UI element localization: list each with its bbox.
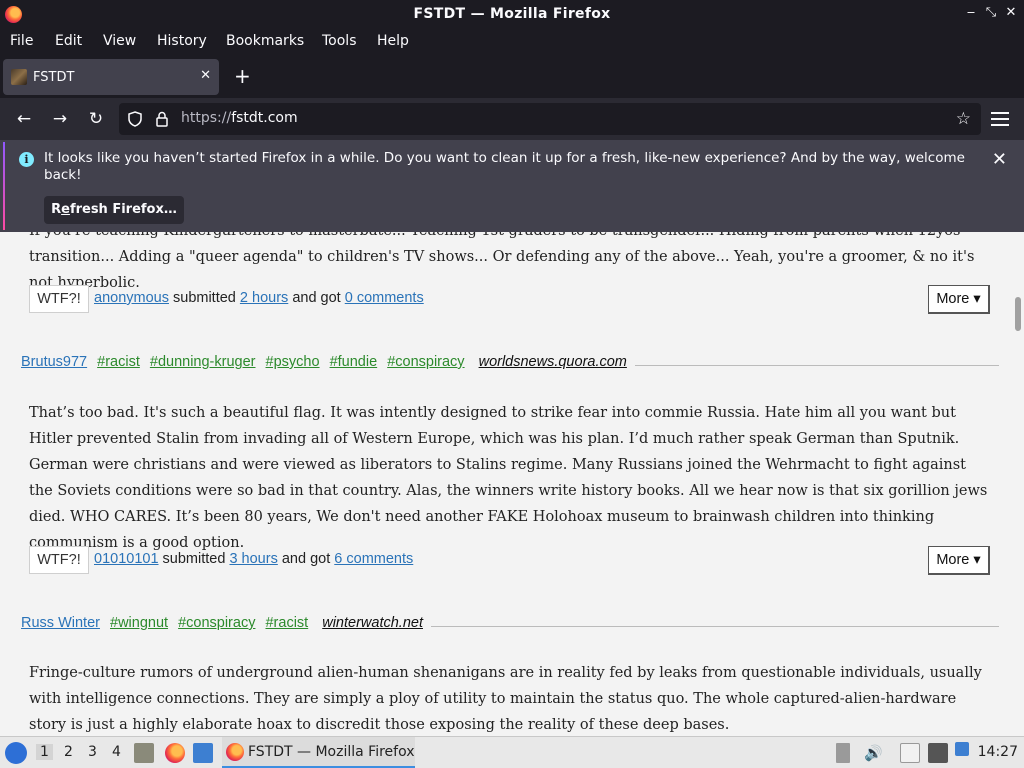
- time-link[interactable]: 2 hours: [240, 290, 288, 306]
- file-manager-icon[interactable]: [134, 743, 154, 763]
- author-link[interactable]: Russ Winter: [21, 615, 100, 631]
- close-tab-icon[interactable]: ✕: [200, 68, 211, 83]
- firefox-launcher-icon[interactable]: [165, 743, 185, 763]
- menu-view[interactable]: View: [103, 33, 136, 49]
- submission-info: 01010101 submitted 3 hours and got 6 com…: [94, 551, 413, 567]
- info-icon: i: [19, 152, 34, 167]
- network-icon[interactable]: [928, 743, 948, 763]
- taskbar-firefox-window[interactable]: FSTDT — Mozilla Firefox: [222, 737, 415, 768]
- header-labels: Russ Winter #wingnut #conspiracy #racist…: [21, 615, 431, 631]
- firefox-window-icon: [226, 743, 244, 761]
- url-text[interactable]: https://fstdt.com: [181, 110, 298, 126]
- submitter-link[interactable]: anonymous: [94, 290, 169, 306]
- notification-bar: i It looks like you haven’t started Fire…: [0, 140, 1024, 232]
- post-header: Russ Winter #wingnut #conspiracy #racist…: [21, 615, 999, 637]
- window-title: FSTDT — Mozilla Firefox: [413, 6, 611, 22]
- notes-icon[interactable]: [900, 743, 920, 763]
- clock: 14:27: [977, 744, 1018, 760]
- taskbar-window-label: FSTDT — Mozilla Firefox: [248, 744, 415, 760]
- restore-button[interactable]: ⤡: [983, 5, 999, 21]
- tag-link[interactable]: #fundie: [330, 354, 378, 370]
- menu-bookmarks[interactable]: Bookmarks: [226, 33, 304, 49]
- app-menu-icon[interactable]: [991, 108, 1009, 128]
- close-window-button[interactable]: ✕: [1003, 5, 1019, 21]
- workspace-4[interactable]: 4: [112, 744, 121, 760]
- start-menu-icon[interactable]: [5, 742, 27, 764]
- menu-bar: File Edit View History Bookmarks Tools H…: [0, 29, 1024, 56]
- tag-link[interactable]: #conspiracy: [387, 354, 464, 370]
- and-got-label: and got: [281, 551, 331, 567]
- tag-link[interactable]: #psycho: [266, 354, 320, 370]
- menu-tools[interactable]: Tools: [322, 33, 357, 49]
- taskbar: 1 2 3 4 FSTDT — Mozilla Firefox 🔊 14:27: [0, 736, 1024, 768]
- back-button[interactable]: ←: [13, 108, 35, 130]
- comments-link[interactable]: 0 comments: [345, 290, 424, 306]
- navigation-bar: ← → ↻ https://fstdt.com ☆: [0, 98, 1024, 140]
- menu-history[interactable]: History: [157, 33, 207, 49]
- post-header: Brutus977 #racist #dunning-kruger #psych…: [21, 354, 999, 376]
- refresh-label-prefix: R: [51, 202, 62, 217]
- comments-link[interactable]: 6 comments: [334, 551, 413, 567]
- and-got-label: and got: [292, 290, 341, 306]
- menu-help[interactable]: Help: [377, 33, 409, 49]
- refresh-firefox-button[interactable]: Refresh Firefox…: [44, 196, 184, 224]
- menu-edit[interactable]: Edit: [55, 33, 82, 49]
- header-labels: Brutus977 #racist #dunning-kruger #psych…: [21, 354, 635, 370]
- more-button[interactable]: More ▾: [928, 285, 990, 314]
- notification-message: It looks like you haven’t started Firefo…: [44, 150, 965, 183]
- title-bar: FSTDT — Mozilla Firefox ‒ ⤡ ✕: [0, 0, 1024, 29]
- tag-link[interactable]: #racist: [265, 615, 308, 631]
- submitted-label: submitted: [173, 290, 236, 306]
- wtf-button[interactable]: WTF?!: [29, 285, 89, 313]
- volume-icon[interactable]: 🔊: [864, 743, 884, 763]
- scrollbar[interactable]: [1012, 232, 1024, 736]
- url-host: fstdt.com: [231, 110, 298, 126]
- time-link[interactable]: 3 hours: [229, 551, 277, 567]
- lock-icon[interactable]: [155, 111, 169, 127]
- refresh-label-rest: fresh Firefox…: [69, 202, 177, 217]
- reload-button[interactable]: ↻: [85, 108, 107, 130]
- shield-icon[interactable]: [128, 111, 142, 127]
- author-link[interactable]: Brutus977: [21, 354, 87, 370]
- scrollbar-thumb[interactable]: [1015, 297, 1021, 331]
- show-desktop-icon[interactable]: [193, 743, 213, 763]
- refresh-label-accel: e: [61, 202, 70, 217]
- url-bar[interactable]: https://fstdt.com ☆: [119, 103, 981, 135]
- new-tab-button[interactable]: +: [234, 66, 251, 86]
- tag-link[interactable]: #dunning-kruger: [150, 354, 256, 370]
- tab-fstdt[interactable]: FSTDT ✕: [3, 59, 219, 95]
- bookmark-star-icon[interactable]: ☆: [956, 109, 971, 129]
- notification-accent: [3, 142, 5, 230]
- submission-info: anonymous submitted 2 hours and got 0 co…: [94, 290, 424, 306]
- site-favicon-icon: [11, 69, 27, 85]
- menu-file[interactable]: File: [10, 33, 33, 49]
- forward-button[interactable]: →: [49, 108, 71, 130]
- updates-icon[interactable]: [955, 742, 969, 756]
- tab-strip: FSTDT ✕ +: [0, 56, 1024, 98]
- workspace-1[interactable]: 1: [36, 744, 53, 760]
- quote-text: That’s too bad. It's such a beautiful fl…: [29, 405, 988, 551]
- tag-link[interactable]: #wingnut: [110, 615, 168, 631]
- page-content: If you're teaching Kindergarteners to ma…: [0, 232, 1024, 736]
- workspace-2[interactable]: 2: [64, 744, 73, 760]
- workspace-3[interactable]: 3: [88, 744, 97, 760]
- post-meta: WTF?! 01010101 submitted 3 hours and got…: [29, 546, 990, 576]
- url-scheme: https://: [181, 110, 232, 126]
- tag-link[interactable]: #racist: [97, 354, 140, 370]
- source-link[interactable]: winterwatch.net: [322, 615, 431, 631]
- tag-link[interactable]: #conspiracy: [178, 615, 255, 631]
- tab-title: FSTDT: [33, 70, 75, 85]
- wtf-button[interactable]: WTF?!: [29, 546, 89, 574]
- close-notification-icon[interactable]: ✕: [992, 149, 1007, 170]
- post-meta: WTF?! anonymous submitted 2 hours and go…: [29, 285, 990, 315]
- submitted-label: submitted: [162, 551, 226, 567]
- quote-text: Fringe-culture rumors of underground ali…: [29, 665, 982, 733]
- minimize-button[interactable]: ‒: [963, 5, 979, 21]
- clipboard-icon[interactable]: [836, 743, 850, 763]
- more-button[interactable]: More ▾: [928, 546, 990, 575]
- submitter-link[interactable]: 01010101: [94, 551, 159, 567]
- source-link[interactable]: worldsnews.quora.com: [478, 354, 635, 370]
